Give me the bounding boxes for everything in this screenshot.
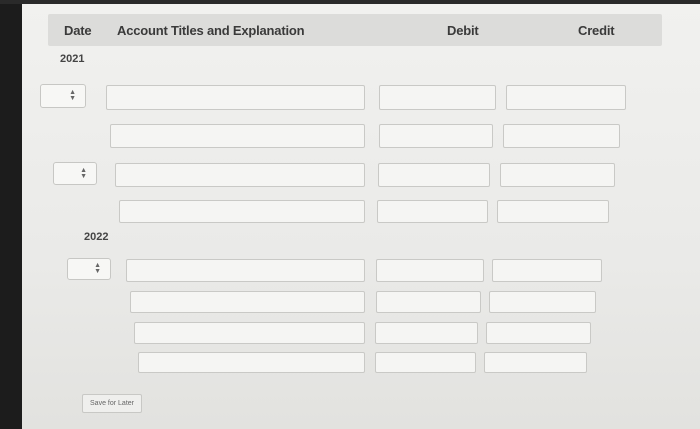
credit-input[interactable] [497,200,609,223]
credit-input[interactable] [492,259,602,282]
account-input[interactable] [126,259,365,282]
credit-input[interactable] [500,163,615,187]
monitor-bezel [0,0,22,429]
date-column-header: Date [64,23,92,38]
journal-entry-form: Date Account Titles and Explanation Debi… [22,4,700,429]
debit-input[interactable] [376,291,481,313]
account-input[interactable] [119,200,365,223]
debit-input[interactable] [376,259,484,282]
account-input[interactable] [134,322,365,344]
date-select[interactable]: ▲ ▼ [67,258,111,280]
account-input[interactable] [138,352,365,373]
debit-input[interactable] [377,200,488,223]
up-down-arrows-icon: ▲ ▼ [69,89,76,102]
credit-input[interactable] [486,322,591,344]
credit-input[interactable] [484,352,587,373]
credit-input[interactable] [506,85,626,110]
debit-input[interactable] [378,163,490,187]
account-column-header: Account Titles and Explanation [117,23,305,38]
year-label-2021: 2021 [60,53,85,65]
debit-input[interactable] [379,85,496,110]
account-input[interactable] [130,291,365,313]
credit-input[interactable] [489,291,596,313]
debit-input[interactable] [379,124,493,148]
credit-input[interactable] [503,124,620,148]
year-label-2022: 2022 [84,231,109,243]
date-select[interactable]: ▲ ▼ [40,84,86,108]
debit-input[interactable] [375,352,476,373]
date-select[interactable]: ▲ ▼ [53,162,97,185]
account-input[interactable] [115,163,365,187]
up-down-arrows-icon: ▲ ▼ [94,262,101,275]
debit-column-header: Debit [447,23,479,38]
up-down-arrows-icon: ▲ ▼ [80,166,87,180]
table-header: Date Account Titles and Explanation Debi… [48,14,662,46]
account-input[interactable] [110,124,365,148]
account-input[interactable] [106,85,365,110]
credit-column-header: Credit [578,23,615,38]
debit-input[interactable] [375,322,478,344]
save-for-later-button[interactable]: Save for Later [82,394,142,413]
